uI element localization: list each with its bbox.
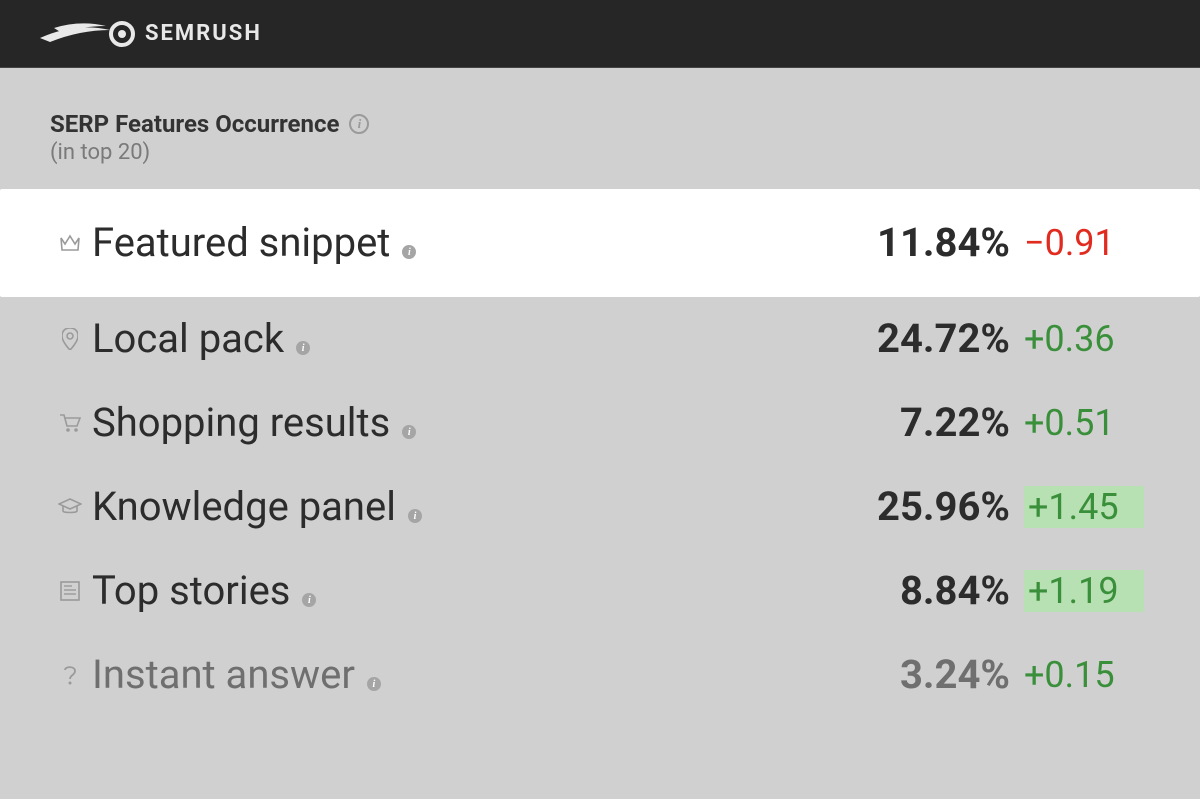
feature-delta: −0.91 [1024,222,1144,264]
feature-row[interactable]: Instant answer i 3.24% +0.15 [50,633,1150,717]
feature-value: 11.84% [877,219,1010,266]
feature-row[interactable]: Shopping results i 7.22% +0.51 [50,381,1150,465]
news-icon [56,581,84,601]
feature-delta: +1.45 [1024,486,1144,528]
cap-icon [56,498,84,516]
feature-list: Featured snippet i 11.84% −0.91 Local pack i 2… [50,189,1150,717]
info-icon[interactable]: i [402,240,416,260]
feature-value: 25.96% [877,483,1010,530]
feature-label: Local pack [92,315,284,362]
feature-label: Knowledge panel [92,483,396,530]
feature-row[interactable]: Knowledge panel i 25.96% +1.45 [50,465,1150,549]
panel-title: SERP Features Occurrence [50,110,339,138]
feature-delta: +1.19 [1024,570,1144,612]
feature-label: Instant answer [92,651,355,698]
feature-value: 7.22% [900,399,1010,446]
info-icon[interactable]: i [402,420,416,440]
crown-icon [56,234,84,252]
info-icon[interactable]: i [349,114,369,134]
info-icon[interactable]: i [302,588,316,608]
info-icon[interactable]: i [367,672,381,692]
info-icon[interactable]: i [296,336,310,356]
feature-value: 24.72% [877,315,1010,362]
brand-logo[interactable]: SEMRUSH [40,16,262,52]
question-icon [56,664,84,686]
feature-row[interactable]: Featured snippet i 11.84% −0.91 [0,189,1200,297]
app-header: SEMRUSH [0,0,1200,68]
feature-row[interactable]: Local pack i 24.72% +0.36 [50,297,1150,381]
feature-value: 8.84% [900,567,1010,614]
feature-delta: +0.51 [1024,402,1144,444]
panel-subtitle: (in top 20) [50,140,1150,165]
cart-icon [56,413,84,433]
pin-icon [56,328,84,350]
panel-title-row: SERP Features Occurrence i [50,110,1150,138]
feature-delta: +0.15 [1024,654,1144,696]
serp-features-panel: SERP Features Occurrence i (in top 20) F… [0,68,1200,717]
feature-delta: +0.36 [1024,318,1144,360]
feature-value: 3.24% [900,651,1010,698]
feature-label: Top stories [92,567,290,614]
fade-overlay [0,759,1200,799]
brand-name: SEMRUSH [145,21,262,46]
info-icon[interactable]: i [408,504,422,524]
feature-row[interactable]: Top stories i 8.84% +1.19 [50,549,1150,633]
semrush-comet-icon [40,16,135,52]
feature-label: Shopping results [92,399,390,446]
feature-label: Featured snippet [92,219,390,266]
